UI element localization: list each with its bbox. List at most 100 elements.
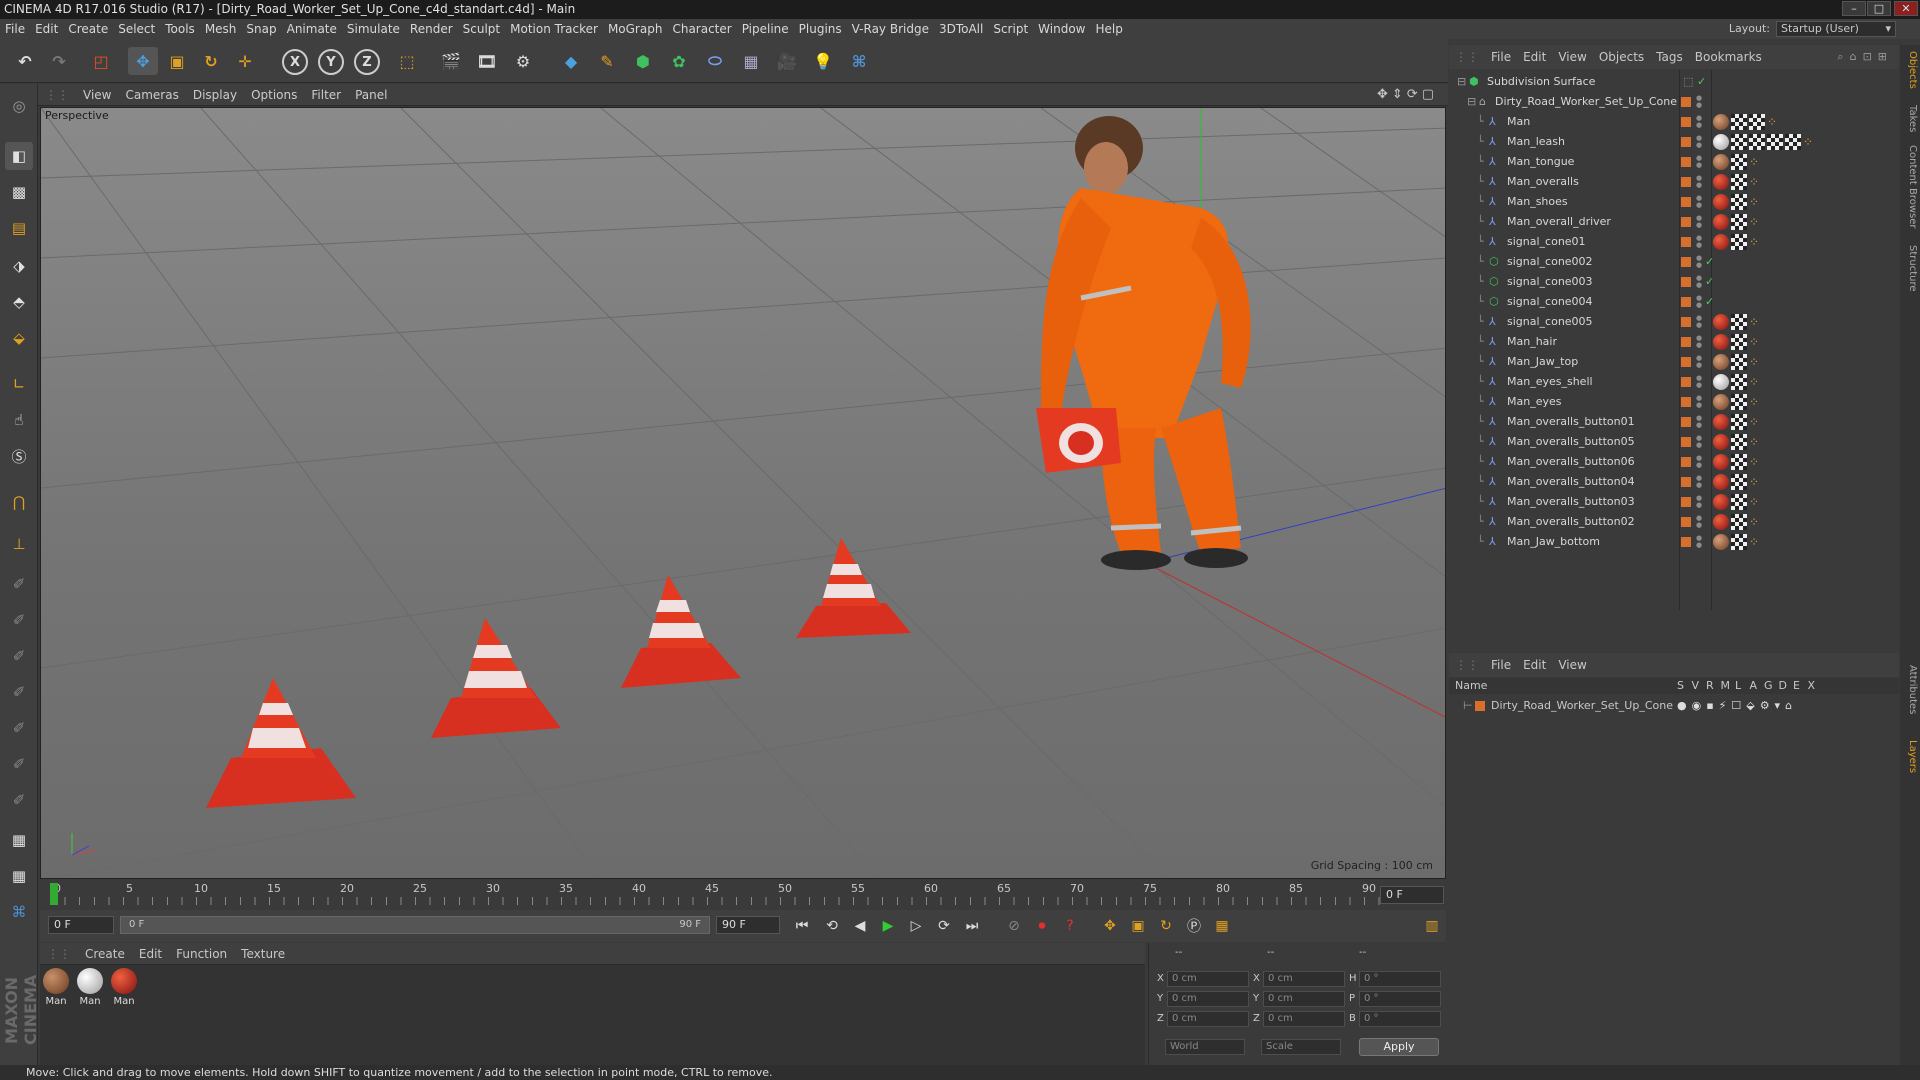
menu-simulate[interactable]: Simulate xyxy=(342,19,405,39)
viewport-nav-icons[interactable]: ✥⇕⟳▢ xyxy=(1377,84,1438,106)
position-y-field[interactable]: 0 cm xyxy=(1167,991,1249,1007)
object-row[interactable]: └ ⅄ Man_overall_driver ● ● ⁘ xyxy=(1449,212,1899,232)
apply-button[interactable]: Apply xyxy=(1359,1038,1439,1056)
material-menu-texture[interactable]: Texture xyxy=(234,943,292,965)
material-tag-icon[interactable] xyxy=(1713,234,1729,250)
prev-key-button[interactable]: ⟲ xyxy=(820,915,844,937)
viewport-menu-view[interactable]: View xyxy=(76,84,118,106)
viewport-menu-display[interactable]: Display xyxy=(186,84,244,106)
object-row[interactable]: └ ⅄ Man_overalls_button05 ● ● ⁘ xyxy=(1449,432,1899,452)
visibility-dots-icon[interactable]: ● ● xyxy=(1696,435,1702,449)
collapse-icon[interactable]: ⊟ xyxy=(1457,72,1466,92)
object-row[interactable]: └ ⅄ Man_overalls_button06 ● ● ⁘ xyxy=(1449,452,1899,472)
material-tag-icon[interactable] xyxy=(1713,474,1729,490)
enabled-check-icon[interactable]: ✓ xyxy=(1705,252,1714,272)
menu-help[interactable]: Help xyxy=(1090,19,1127,39)
brush-tool-4[interactable]: ✐ xyxy=(5,678,33,706)
object-row[interactable]: └ ⬡ signal_cone002 ● ● ✓ xyxy=(1449,252,1899,272)
visibility-dots-icon[interactable]: ● ● xyxy=(1696,475,1702,489)
object-row[interactable]: └ ⅄ Man_eyes_shell ● ● ⁘ xyxy=(1449,372,1899,392)
make-editable-button[interactable]: ◎ xyxy=(5,92,33,120)
floor-object-button[interactable]: ▦ xyxy=(736,47,766,75)
live-selection-button[interactable]: ◰ xyxy=(86,47,116,75)
texture-tag-icon[interactable] xyxy=(1731,394,1747,410)
visibility-dots-icon[interactable]: ● ● xyxy=(1696,415,1702,429)
texture-tag-icon[interactable] xyxy=(1731,314,1747,330)
visibility-dots-icon[interactable]: ● ● xyxy=(1696,115,1702,129)
pen-spline-button[interactable]: ✎ xyxy=(592,47,622,75)
visibility-dots-icon[interactable]: ● ● xyxy=(1696,355,1702,369)
menu-snap[interactable]: Snap xyxy=(241,19,281,39)
points-mode-button[interactable]: ⬗ xyxy=(5,252,33,280)
menu-edit[interactable]: Edit xyxy=(30,19,63,39)
tweak-mode-button[interactable]: ☝ xyxy=(5,406,33,434)
object-row[interactable]: └ ⅄ Man_overalls_button03 ● ● ⁘ xyxy=(1449,492,1899,512)
position-x-field[interactable]: 0 cm xyxy=(1167,971,1249,987)
axis-mode-button[interactable]: ∟ xyxy=(5,370,33,398)
tab-layers[interactable]: Layers xyxy=(1902,740,1918,773)
object-row[interactable]: └ ⬡ signal_cone004 ● ● ✓ xyxy=(1449,292,1899,312)
magnet-button[interactable]: ⋂ xyxy=(5,488,33,516)
visibility-dots-icon[interactable]: ● ● xyxy=(1696,395,1702,409)
rotation-h-field[interactable]: 0 ° xyxy=(1359,971,1441,987)
texture-tag-icon[interactable] xyxy=(1749,114,1765,130)
visibility-dots-icon[interactable]: ● ● xyxy=(1696,215,1702,229)
size-z-field[interactable]: 0 cm xyxy=(1263,1011,1345,1027)
next-key-button[interactable]: ⟳ xyxy=(932,915,956,937)
key-scale-button[interactable]: ▣ xyxy=(1126,915,1150,937)
next-frame-button[interactable]: ▷ xyxy=(904,915,928,937)
texture-tag-icon[interactable] xyxy=(1731,474,1747,490)
om-menu-objects[interactable]: Objects xyxy=(1593,45,1650,69)
size-x-field[interactable]: 0 cm xyxy=(1263,971,1345,987)
material-tag-icon[interactable] xyxy=(1713,194,1729,210)
phong-tag-icon[interactable]: ⁘ xyxy=(1749,214,1761,230)
python-button[interactable]: ⌘ xyxy=(844,47,874,75)
menu-create[interactable]: Create xyxy=(63,19,113,39)
viewport-menu-options[interactable]: Options xyxy=(244,84,304,106)
object-row-root[interactable]: ⊟ ⬢ Subdivision Surface ⬚ ✓ xyxy=(1449,72,1899,92)
menu-animate[interactable]: Animate xyxy=(282,19,342,39)
prev-frame-button[interactable]: ◀ xyxy=(848,915,872,937)
object-row[interactable]: └ ⅄ Man_eyes ● ● ⁘ xyxy=(1449,392,1899,412)
menu-plugins[interactable]: Plugins xyxy=(794,19,847,39)
visibility-dots-icon[interactable]: ● ● xyxy=(1696,495,1702,509)
texture-tag-icon[interactable] xyxy=(1731,234,1747,250)
phong-tag-icon[interactable]: ⁘ xyxy=(1749,454,1761,470)
phong-tag-icon[interactable]: ⁘ xyxy=(1749,374,1761,390)
tab-content-browser[interactable]: Content Browser xyxy=(1902,145,1918,228)
size-y-field[interactable]: 0 cm xyxy=(1263,991,1345,1007)
menu-render[interactable]: Render xyxy=(405,19,458,39)
visibility-dots-icon[interactable]: ● ● xyxy=(1696,375,1702,389)
render-picture-viewer-button[interactable]: 🎞 xyxy=(472,47,502,75)
menu-window[interactable]: Window xyxy=(1033,19,1090,39)
material-tag-icon[interactable] xyxy=(1713,454,1729,470)
phong-tag-icon[interactable]: ⁘ xyxy=(1749,154,1761,170)
subdivision-surface-button[interactable]: ⬢ xyxy=(628,47,658,75)
workplane-button[interactable]: ⊥ xyxy=(5,530,33,558)
texture-tag-icon[interactable] xyxy=(1785,134,1801,150)
move-tool-button[interactable]: ✥ xyxy=(128,47,158,75)
om-menu-file[interactable]: File xyxy=(1485,45,1517,69)
grid-snap-button[interactable]: ▦ xyxy=(5,862,33,890)
array-generator-button[interactable]: ✿ xyxy=(664,47,694,75)
camera-button[interactable]: 🎥 xyxy=(772,47,802,75)
menu-mesh[interactable]: Mesh xyxy=(200,19,242,39)
brush-tool-2[interactable]: ✐ xyxy=(5,606,33,634)
brush-tool-7[interactable]: ✐ xyxy=(5,786,33,814)
viewport-menu-panel[interactable]: Panel xyxy=(348,84,394,106)
key-rotation-button[interactable]: ↻ xyxy=(1154,915,1178,937)
phong-tag-icon[interactable]: ⁘ xyxy=(1749,174,1761,190)
polygons-mode-button[interactable]: ⬙ xyxy=(5,324,33,352)
texture-tag-icon[interactable] xyxy=(1731,434,1747,450)
world-select[interactable]: World xyxy=(1165,1039,1245,1055)
tab-attributes[interactable]: Attributes xyxy=(1902,665,1918,714)
x-axis-lock-button[interactable]: X xyxy=(282,49,308,75)
layer-row[interactable]: ⊢ Dirty_Road_Worker_Set_Up_Cone ●◉▪⚡☐⬙⚙▾… xyxy=(1449,697,1899,715)
visibility-dots-icon[interactable]: ● ● xyxy=(1696,275,1702,289)
phong-tag-icon[interactable]: ⁘ xyxy=(1749,514,1761,530)
viewport-menu-filter[interactable]: Filter xyxy=(304,84,348,106)
object-row[interactable]: └ ⅄ Man_Jaw_top ● ● ⁘ xyxy=(1449,352,1899,372)
material-tag-icon[interactable] xyxy=(1713,154,1729,170)
texture-tag-icon[interactable] xyxy=(1731,114,1747,130)
visibility-dots-icon[interactable]: ● ● xyxy=(1696,175,1702,189)
